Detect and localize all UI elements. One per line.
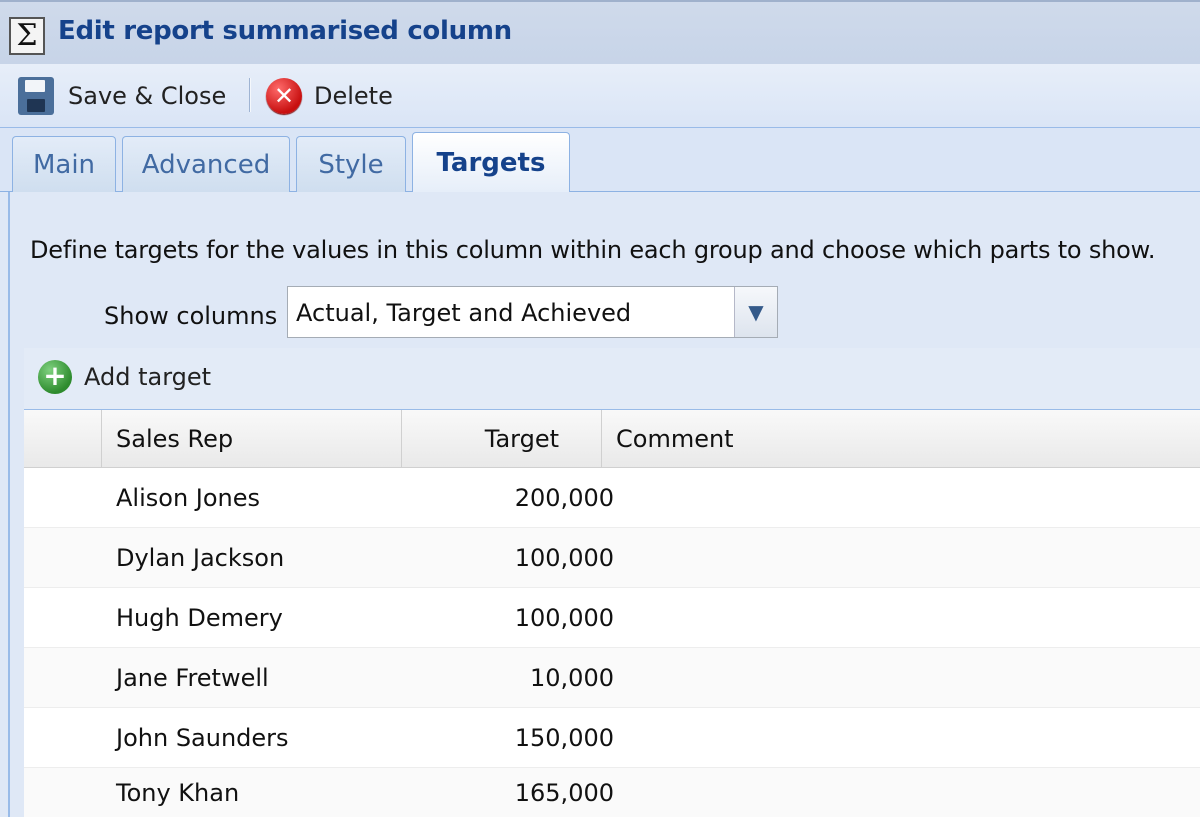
targets-description: Define targets for the values in this co… [30,236,1156,264]
column-header-target[interactable]: Target [402,410,602,467]
table-row[interactable]: Alison Jones 200,000 [24,468,1200,528]
targets-grid: Sales Rep Target Comment Alison Jones 20… [24,410,1200,817]
grid-toolbar: + Add target [24,348,1200,410]
sales-rep-cell: Hugh Demery [116,603,283,632]
tab-targets[interactable]: Targets [412,132,570,192]
target-cell: 200,000 [514,483,614,512]
sales-rep-cell: John Saunders [116,723,289,752]
tab-style[interactable]: Style [296,136,406,192]
column-header-comment[interactable]: Comment [602,410,1200,467]
sigma-icon: Σ [9,17,45,55]
toolbar-separator [249,78,251,112]
grid-header: Sales Rep Target Comment [24,410,1200,468]
sales-rep-cell: Dylan Jackson [116,543,285,572]
table-row[interactable]: Hugh Demery 100,000 [24,588,1200,648]
sales-rep-cell: Alison Jones [116,483,261,512]
table-row[interactable]: John Saunders 150,000 [24,708,1200,768]
show-columns-label: Show columns [104,302,278,330]
target-cell: 10,000 [530,663,614,692]
toolbar: Save & Close ✕ Delete [0,64,1200,128]
add-target-label: Add target [84,363,212,391]
target-cell: 100,000 [514,603,614,632]
show-columns-select[interactable]: Actual, Target and Achieved ▼ [287,286,778,338]
tab-advanced[interactable]: Advanced [122,136,290,192]
sales-rep-cell: Jane Fretwell [116,663,269,692]
target-cell: 165,000 [514,778,614,807]
target-cell: 150,000 [514,723,614,752]
save-close-label: Save & Close [68,82,227,110]
table-row[interactable]: Jane Fretwell 10,000 [24,648,1200,708]
window-titlebar: Σ Edit report summarised column [0,0,1200,64]
delete-button[interactable]: ✕ Delete [266,74,393,118]
row-selector-header [24,410,102,467]
show-columns-value: Actual, Target and Achieved [296,299,632,327]
table-row[interactable]: Dylan Jackson 100,000 [24,528,1200,588]
target-cell: 100,000 [514,543,614,572]
sales-rep-cell: Tony Khan [116,778,240,807]
column-header-sales-rep[interactable]: Sales Rep [102,410,402,467]
add-target-button[interactable]: + Add target [38,360,211,394]
tab-main[interactable]: Main [12,136,116,192]
delete-icon: ✕ [266,78,302,114]
table-row[interactable]: Tony Khan 165,000 [24,768,1200,817]
add-icon: + [38,360,72,394]
save-close-button[interactable]: Save & Close [18,74,226,118]
show-columns-trigger[interactable]: ▼ [734,287,777,337]
tab-strip: Main Advanced Style Targets [0,128,1200,192]
targets-panel: Define targets for the values in this co… [8,192,1200,817]
floppy-disk-icon [18,77,54,115]
chevron-down-icon: ▼ [748,300,764,324]
delete-label: Delete [314,82,393,110]
window-title: Edit report summarised column [58,16,512,46]
